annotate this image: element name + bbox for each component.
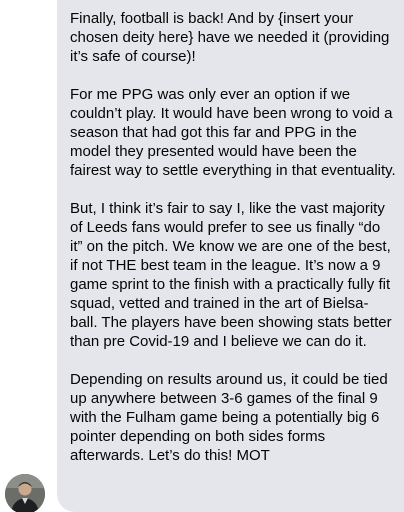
message-paragraph-1: Finally, football is back! And by {inser… [70, 10, 390, 65]
message-paragraph-2: For me PPG was only ever an option if we… [70, 86, 396, 179]
avatar-photo-icon [5, 474, 45, 512]
message-paragraph-4: Depending on results around us, it could… [70, 371, 388, 464]
avatar[interactable] [5, 474, 45, 512]
message-bubble[interactable]: Finally, football is back! And by {inser… [57, 0, 404, 512]
chat-thread: Finally, football is back! And by {inser… [0, 0, 404, 512]
message-paragraph-3: But, I think it’s fair to say I, like th… [70, 200, 392, 350]
